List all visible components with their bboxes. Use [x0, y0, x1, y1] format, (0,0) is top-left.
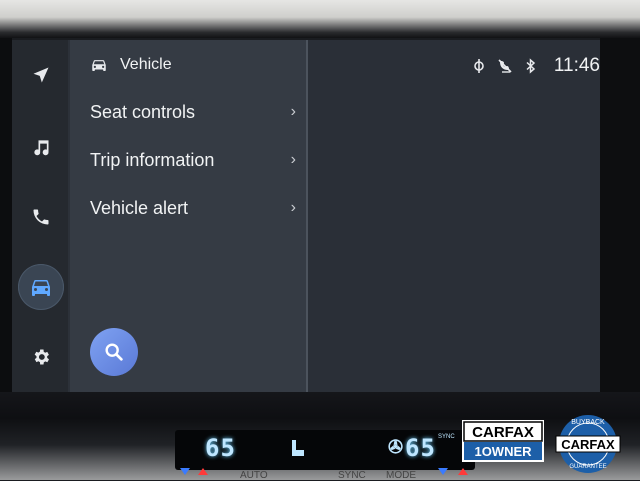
chevron-right-icon: ›	[290, 199, 296, 216]
music-icon	[34, 140, 49, 156]
menu-item-trip-information[interactable]: Trip information ›	[90, 140, 296, 180]
carfax-logo-text: CARFAX	[561, 437, 615, 452]
mode-button[interactable]: MODE	[386, 470, 416, 481]
chevron-right-icon: ›	[290, 151, 296, 168]
vehicle-panel: Vehicle Seat controls › Trip information…	[70, 40, 306, 392]
guarantee-text: GUARANTEE	[569, 464, 606, 470]
infotainment-screen: Vehicle Seat controls › Trip information…	[12, 40, 600, 392]
rail-item-music[interactable]	[18, 124, 64, 170]
menu-item-label: Trip information	[90, 149, 215, 170]
wireless-charging-icon	[470, 57, 488, 75]
page-title: Vehicle	[120, 56, 172, 73]
status-time: 11:46	[553, 55, 600, 76]
rail-item-settings[interactable]	[18, 334, 64, 380]
menu-item-label: Seat controls	[90, 101, 196, 122]
display-bezel-right	[600, 38, 640, 398]
car-icon	[92, 60, 106, 71]
search-button[interactable]	[90, 328, 138, 376]
app-rail	[12, 40, 68, 392]
vehicle-icon	[32, 280, 50, 296]
phone-icon	[33, 209, 49, 225]
content-area: 11:46	[308, 40, 600, 392]
menu-item-seat-controls[interactable]: Seat controls ›	[90, 92, 296, 132]
bluetooth-icon	[522, 57, 540, 75]
rail-item-navigation[interactable]	[18, 52, 64, 98]
fan-icon: ✇	[388, 437, 404, 457]
display-bezel-top	[0, 0, 640, 38]
one-owner-text: 1OWNER	[474, 444, 532, 459]
search-icon	[105, 343, 123, 361]
right-temp-up-icon[interactable]	[458, 468, 468, 475]
status-bar: 11:46	[462, 54, 600, 78]
buyback-text: BUYBACK	[571, 419, 605, 426]
right-temp-down-icon[interactable]	[438, 468, 448, 475]
sync-button[interactable]: SYNC	[338, 470, 366, 481]
carfax-buyback-guarantee-badge: BUYBACK CARFAX GUARANTEE	[555, 415, 621, 473]
left-temp-down-icon[interactable]	[180, 468, 190, 475]
panel-header: Vehicle	[90, 54, 172, 76]
right-temperature: 65	[405, 434, 436, 462]
carfax-logo-text: CARFAX	[472, 424, 534, 441]
menu-item-label: Vehicle alert	[90, 197, 189, 218]
chevron-right-icon: ›	[290, 103, 296, 120]
settings-icon	[34, 349, 49, 365]
display-bezel-left	[0, 38, 12, 398]
navigation-icon	[33, 67, 49, 83]
carfax-one-owner-badge: CARFAX 1OWNER	[462, 420, 544, 462]
menu-item-vehicle-alert[interactable]: Vehicle alert ›	[90, 188, 296, 228]
rail-item-phone[interactable]	[18, 194, 64, 240]
sync-indicator: SYNC	[438, 434, 455, 440]
phone-muted-icon	[496, 57, 514, 75]
auto-button[interactable]: AUTO	[240, 470, 268, 481]
left-temp-up-icon[interactable]	[198, 468, 208, 475]
left-temperature: 65	[205, 434, 236, 462]
rail-item-vehicle[interactable]	[18, 264, 64, 310]
seat-airflow-icon	[292, 440, 304, 456]
